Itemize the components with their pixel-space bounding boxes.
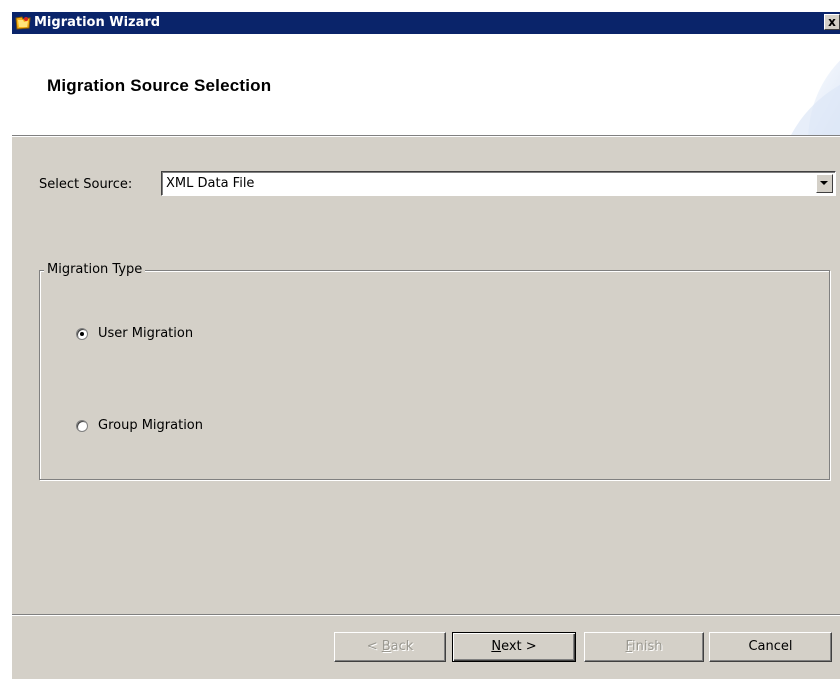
back-button[interactable]: < Back	[334, 632, 446, 662]
next-button-rest: ext >	[501, 639, 537, 654]
migration-wizard-window: Migration Wizard x Migration Source Sele…	[12, 12, 840, 679]
header-divider	[12, 135, 840, 137]
next-button-mnemonic: N	[491, 639, 502, 654]
close-icon: x	[828, 15, 836, 29]
radio-unselected-icon[interactable]	[76, 420, 88, 432]
cancel-button[interactable]: Cancel	[709, 632, 832, 662]
migration-type-legend: Migration Type	[44, 262, 146, 277]
finish-button-rest: inish	[632, 639, 663, 654]
finish-button[interactable]: Finish	[584, 632, 704, 662]
back-button-mnemonic: B	[381, 639, 391, 654]
footer-divider	[12, 614, 840, 616]
page-title: Migration Source Selection	[47, 76, 272, 95]
close-button[interactable]: x	[824, 14, 840, 30]
source-select-value: XML Data File	[166, 176, 255, 191]
back-button-rest: ack	[390, 639, 414, 654]
source-dropdown-button[interactable]	[816, 174, 833, 193]
migration-type-groupbox	[39, 270, 830, 480]
chevron-down-icon	[820, 181, 828, 185]
title-bar[interactable]: Migration Wizard x	[12, 12, 840, 34]
source-select[interactable]: XML Data File	[161, 171, 836, 196]
group-migration-label[interactable]: Group Migration	[98, 418, 203, 433]
wizard-header: Migration Source Selection	[12, 34, 840, 135]
user-migration-label[interactable]: User Migration	[98, 326, 193, 341]
header-swoosh-graphic	[791, 60, 840, 135]
radio-dot	[80, 332, 84, 336]
wizard-app-icon	[15, 15, 31, 30]
window-title: Migration Wizard	[34, 15, 161, 30]
back-button-prefix: <	[366, 639, 382, 654]
next-button[interactable]: Next >	[452, 632, 576, 662]
radio-selected-icon[interactable]	[76, 328, 88, 340]
select-source-label: Select Source:	[39, 177, 133, 192]
